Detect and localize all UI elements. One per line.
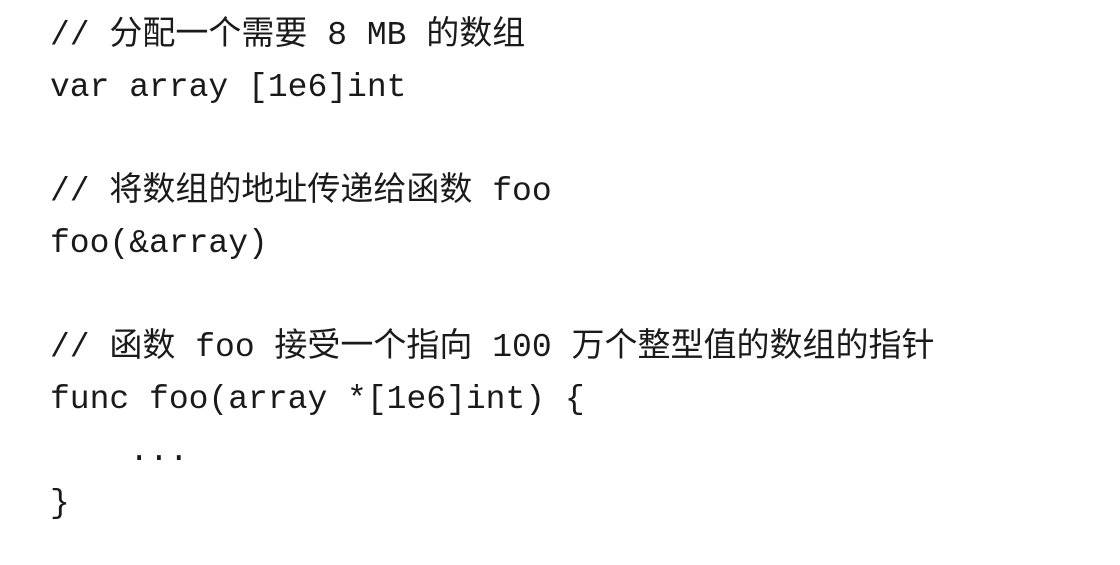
code-func-signature: func foo(array *[1e6]int) { (50, 381, 585, 418)
code-comment-function: // 函数 foo 接受一个指向 100 万个整型值的数组的指针 (50, 329, 935, 366)
code-comment-allocate: // 分配一个需要 8 MB 的数组 (50, 17, 526, 54)
code-snippet: // 分配一个需要 8 MB 的数组 var array [1e6]int //… (50, 10, 934, 530)
code-func-body: ... (50, 433, 189, 470)
code-comment-pass-address: // 将数组的地址传递给函数 foo (50, 173, 552, 210)
code-func-close: } (50, 485, 70, 522)
code-foo-call: foo(&array) (50, 225, 268, 262)
code-array-declaration: var array [1e6]int (50, 69, 407, 106)
